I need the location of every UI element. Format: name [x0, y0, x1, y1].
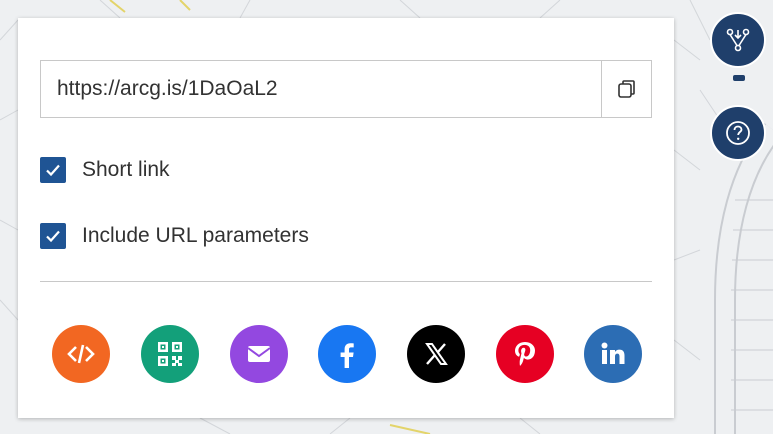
linkedin-icon [601, 342, 625, 364]
embed-code-button[interactable] [52, 325, 110, 383]
active-indicator [733, 75, 745, 81]
short-link-checkbox[interactable] [40, 157, 66, 183]
share-widget-button[interactable] [710, 12, 766, 68]
qr-code-icon [158, 342, 182, 366]
x-logo-icon [425, 343, 448, 365]
checkmark-icon [46, 230, 60, 243]
pinterest-icon [515, 342, 535, 366]
link-box [40, 60, 652, 118]
share-network-icon [726, 28, 750, 52]
short-link-label: Short link [82, 158, 170, 181]
help-button[interactable] [710, 105, 766, 161]
facebook-icon [340, 343, 354, 368]
divider [40, 281, 652, 282]
help-icon [726, 121, 750, 145]
x-button[interactable] [407, 325, 465, 383]
include-url-params-option[interactable]: Include URL parameters [40, 221, 309, 251]
share-icons [52, 325, 642, 385]
share-link-input[interactable] [41, 61, 603, 117]
facebook-button[interactable] [318, 325, 376, 383]
share-panel: Short link Include URL parameters [18, 18, 674, 418]
copy-icon [617, 80, 635, 98]
include-url-params-label: Include URL parameters [82, 224, 309, 247]
email-button[interactable] [230, 325, 288, 383]
copy-button[interactable] [601, 61, 651, 117]
pinterest-button[interactable] [496, 325, 554, 383]
checkmark-icon [46, 164, 60, 177]
include-url-params-checkbox[interactable] [40, 223, 66, 249]
code-icon [67, 344, 95, 364]
linkedin-button[interactable] [584, 325, 642, 383]
envelope-icon [247, 346, 271, 362]
qr-code-button[interactable] [141, 325, 199, 383]
short-link-option[interactable]: Short link [40, 155, 170, 185]
